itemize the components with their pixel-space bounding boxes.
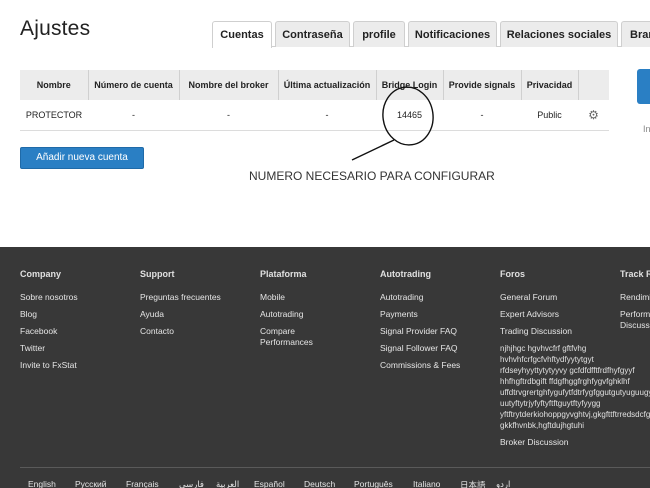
side-text: In <box>643 124 650 134</box>
column-header-numero-cuenta: Número de cuenta <box>87 70 180 100</box>
footer-column-company: Company Sobre nosotros Blog Facebook Twi… <box>20 269 78 377</box>
tab-brand[interactable]: Bran <box>621 21 650 47</box>
footer-link[interactable]: Compare Performances <box>260 326 330 348</box>
column-header-broker: Nombre del broker <box>178 70 279 100</box>
cell-last-update: - <box>278 100 376 131</box>
footer-link[interactable]: Autotrading <box>260 309 330 320</box>
language-german[interactable]: Deutsch <box>304 479 335 488</box>
side-action-button[interactable] <box>637 69 650 104</box>
cell-account-name: PROTECTOR <box>20 100 88 131</box>
footer-link[interactable]: Preguntas frecuentes <box>140 292 221 303</box>
footer-heading-autotrading: Autotrading <box>380 269 431 279</box>
cell-account-number: - <box>88 100 179 131</box>
footer-link[interactable]: Payments <box>380 309 460 320</box>
gear-icon[interactable]: ⚙ <box>588 109 599 121</box>
tab-cuentas[interactable]: Cuentas <box>212 21 272 48</box>
footer-column-support: Support Preguntas frecuentes Ayuda Conta… <box>140 269 221 343</box>
language-spanish[interactable]: Español <box>254 479 285 488</box>
column-header-bridge-login: Bridge Login <box>375 70 444 100</box>
language-arabic[interactable]: العربية <box>216 479 239 488</box>
cell-privacy: Public <box>521 100 578 131</box>
footer-link[interactable]: Autotrading <box>380 292 460 303</box>
language-bar: English Русский Français فارسی العربية E… <box>20 467 650 488</box>
tab-notificaciones[interactable]: Notificaciones <box>408 21 497 47</box>
tab-profile[interactable]: profile <box>353 21 405 47</box>
footer-heading-plataforma: Plataforma <box>260 269 307 279</box>
footer-column-autotrading: Autotrading Autotrading Payments Signal … <box>380 269 460 377</box>
footer-link[interactable]: Blog <box>20 309 78 320</box>
footer-link[interactable]: Ayuda <box>140 309 221 320</box>
footer-heading-track-record: Track R <box>620 269 650 279</box>
cell-broker: - <box>179 100 278 131</box>
cell-settings: ⚙ <box>578 100 609 131</box>
language-english[interactable]: English <box>28 479 56 488</box>
annotation-arrow-line <box>351 139 395 161</box>
column-header-nombre: Nombre <box>20 70 89 100</box>
cell-provide-signals: - <box>443 100 521 131</box>
table-row: PROTECTOR - - - 14465 - Public ⚙ <box>20 100 609 131</box>
footer-link[interactable]: Perform Discuss <box>620 309 650 331</box>
footer-garbled-text[interactable]: njhjhgc hgvhvcfrf gftfvhg hvhvhfcrfgcfvh… <box>500 343 650 431</box>
footer-heading-support: Support <box>140 269 175 279</box>
language-persian[interactable]: فارسی <box>179 479 204 488</box>
footer-column-track-record: Track R Rendimi Perform Discuss <box>620 269 650 337</box>
annotation-text: NUMERO NECESARIO PARA CONFIGURAR <box>249 169 495 183</box>
footer: Company Sobre nosotros Blog Facebook Twi… <box>0 247 650 488</box>
column-header-ultima-actualizacion: Última actualización <box>277 70 377 100</box>
footer-link[interactable]: Twitter <box>20 343 78 354</box>
language-urdu[interactable]: اردو <box>496 479 510 488</box>
cell-bridge-login: 14465 <box>376 100 443 131</box>
tab-contrasena[interactable]: Contraseña <box>275 21 350 47</box>
language-italian[interactable]: Italiano <box>413 479 440 488</box>
footer-link[interactable]: Sobre nosotros <box>20 292 78 303</box>
add-account-button[interactable]: Añadir nueva cuenta <box>20 147 144 169</box>
language-french[interactable]: Français <box>126 479 159 488</box>
language-portuguese[interactable]: Português <box>354 479 393 488</box>
footer-link[interactable]: Rendimi <box>620 292 650 303</box>
footer-link[interactable]: Mobile <box>260 292 330 303</box>
column-header-provide-signals: Provide signals <box>442 70 522 100</box>
page-title: Ajustes <box>20 17 91 40</box>
footer-link[interactable]: Signal Follower FAQ <box>380 343 460 354</box>
footer-link[interactable]: Broker Discussion <box>500 437 650 448</box>
language-japanese[interactable]: 日本語 <box>460 479 486 488</box>
footer-link[interactable]: Commissions & Fees <box>380 360 460 371</box>
footer-link[interactable]: Signal Provider FAQ <box>380 326 460 337</box>
accounts-table: Nombre Número de cuenta Nombre del broke… <box>20 70 609 131</box>
tab-relaciones-sociales[interactable]: Relaciones sociales <box>500 21 618 47</box>
table-header-row: Nombre Número de cuenta Nombre del broke… <box>20 70 609 100</box>
language-russian[interactable]: Русский <box>75 479 107 488</box>
footer-column-plataforma: Plataforma Mobile Autotrading Compare Pe… <box>260 269 330 354</box>
footer-link[interactable]: Facebook <box>20 326 78 337</box>
column-header-actions <box>577 70 609 100</box>
column-header-privacidad: Privacidad <box>520 70 579 100</box>
footer-heading-company: Company <box>20 269 62 279</box>
footer-link[interactable]: Contacto <box>140 326 221 337</box>
footer-link[interactable]: Invite to FxStat <box>20 360 78 371</box>
